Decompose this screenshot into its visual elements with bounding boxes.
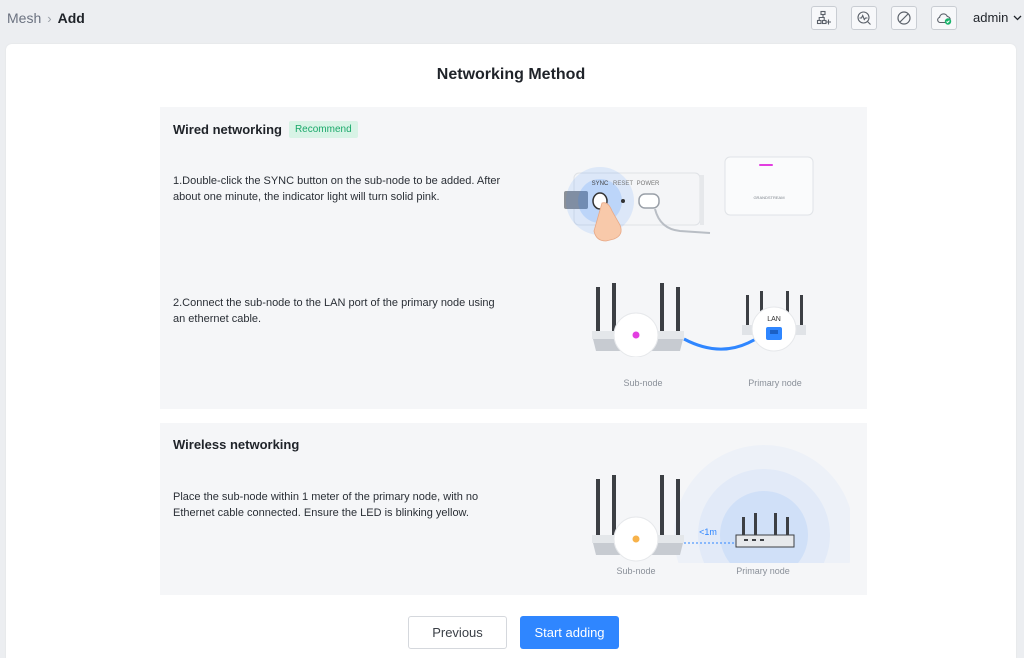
wired-networking-section: Wired networking Recommend 1.Double-clic… [160, 107, 867, 409]
sync-label: SYNC [592, 181, 609, 187]
content-card: Networking Method Wired networking Recom… [6, 44, 1016, 658]
chevron-down-icon [1013, 15, 1022, 20]
diagnostics-button[interactable] [851, 6, 877, 30]
breadcrumb-current: Add [57, 10, 85, 26]
disable-icon [897, 11, 911, 25]
sub-node-caption: Sub-node [623, 378, 663, 388]
breadcrumb-mesh[interactable]: Mesh [7, 10, 41, 26]
wireless-networking-section: Wireless networking Place the sub-node w… [160, 423, 867, 595]
wireless-step: Place the sub-node within 1 meter of the… [173, 491, 479, 519]
user-menu[interactable]: admin [973, 10, 1022, 25]
wireless-sub-node-caption: Sub-node [616, 566, 656, 576]
wireless-primary-node-caption: Primary node [736, 566, 790, 576]
reset-label: RESET [613, 181, 633, 187]
cloud-status-button[interactable] [931, 6, 957, 30]
topology-add-icon [816, 10, 831, 25]
power-label: POWER [637, 181, 660, 187]
distance-label: <1m [699, 527, 717, 537]
breadcrumb: Mesh › Add [7, 10, 85, 26]
top-bar: Mesh › Add admin [0, 0, 1024, 36]
wired-title: Wired networking [173, 122, 282, 137]
device-brand-label: GRANDSTREAM [753, 195, 784, 200]
page-title: Networking Method [436, 66, 586, 83]
disable-button[interactable] [891, 6, 917, 30]
breadcrumb-separator-icon: › [47, 10, 52, 26]
user-name: admin [973, 10, 1009, 25]
start-adding-button[interactable]: Start adding [520, 616, 619, 649]
primary-node-caption: Primary node [748, 378, 802, 388]
previous-button[interactable]: Previous [408, 616, 507, 649]
diagnostics-icon [857, 11, 871, 25]
recommend-badge: Recommend [288, 121, 358, 138]
topology-add-button[interactable] [811, 6, 837, 30]
scrollbar[interactable] [1010, 52, 1016, 652]
lan-connection-illustration: LAN [592, 283, 806, 357]
sync-button-illustration: SYNC RESET POWER GRANDSTREAM [564, 156, 814, 242]
wireless-proximity-illustration: <1m [592, 445, 850, 563]
cloud-check-icon [937, 13, 952, 25]
wired-step-1: 1.Double-click the SYNC button on the su… [173, 175, 501, 203]
lan-port-label: LAN [767, 316, 781, 323]
wired-step-2: 2.Connect the sub-node to the LAN port o… [173, 297, 495, 325]
wireless-title: Wireless networking [173, 437, 300, 452]
wireless-header: Wireless networking [173, 437, 299, 452]
wired-header: Wired networking Recommend [173, 121, 358, 138]
